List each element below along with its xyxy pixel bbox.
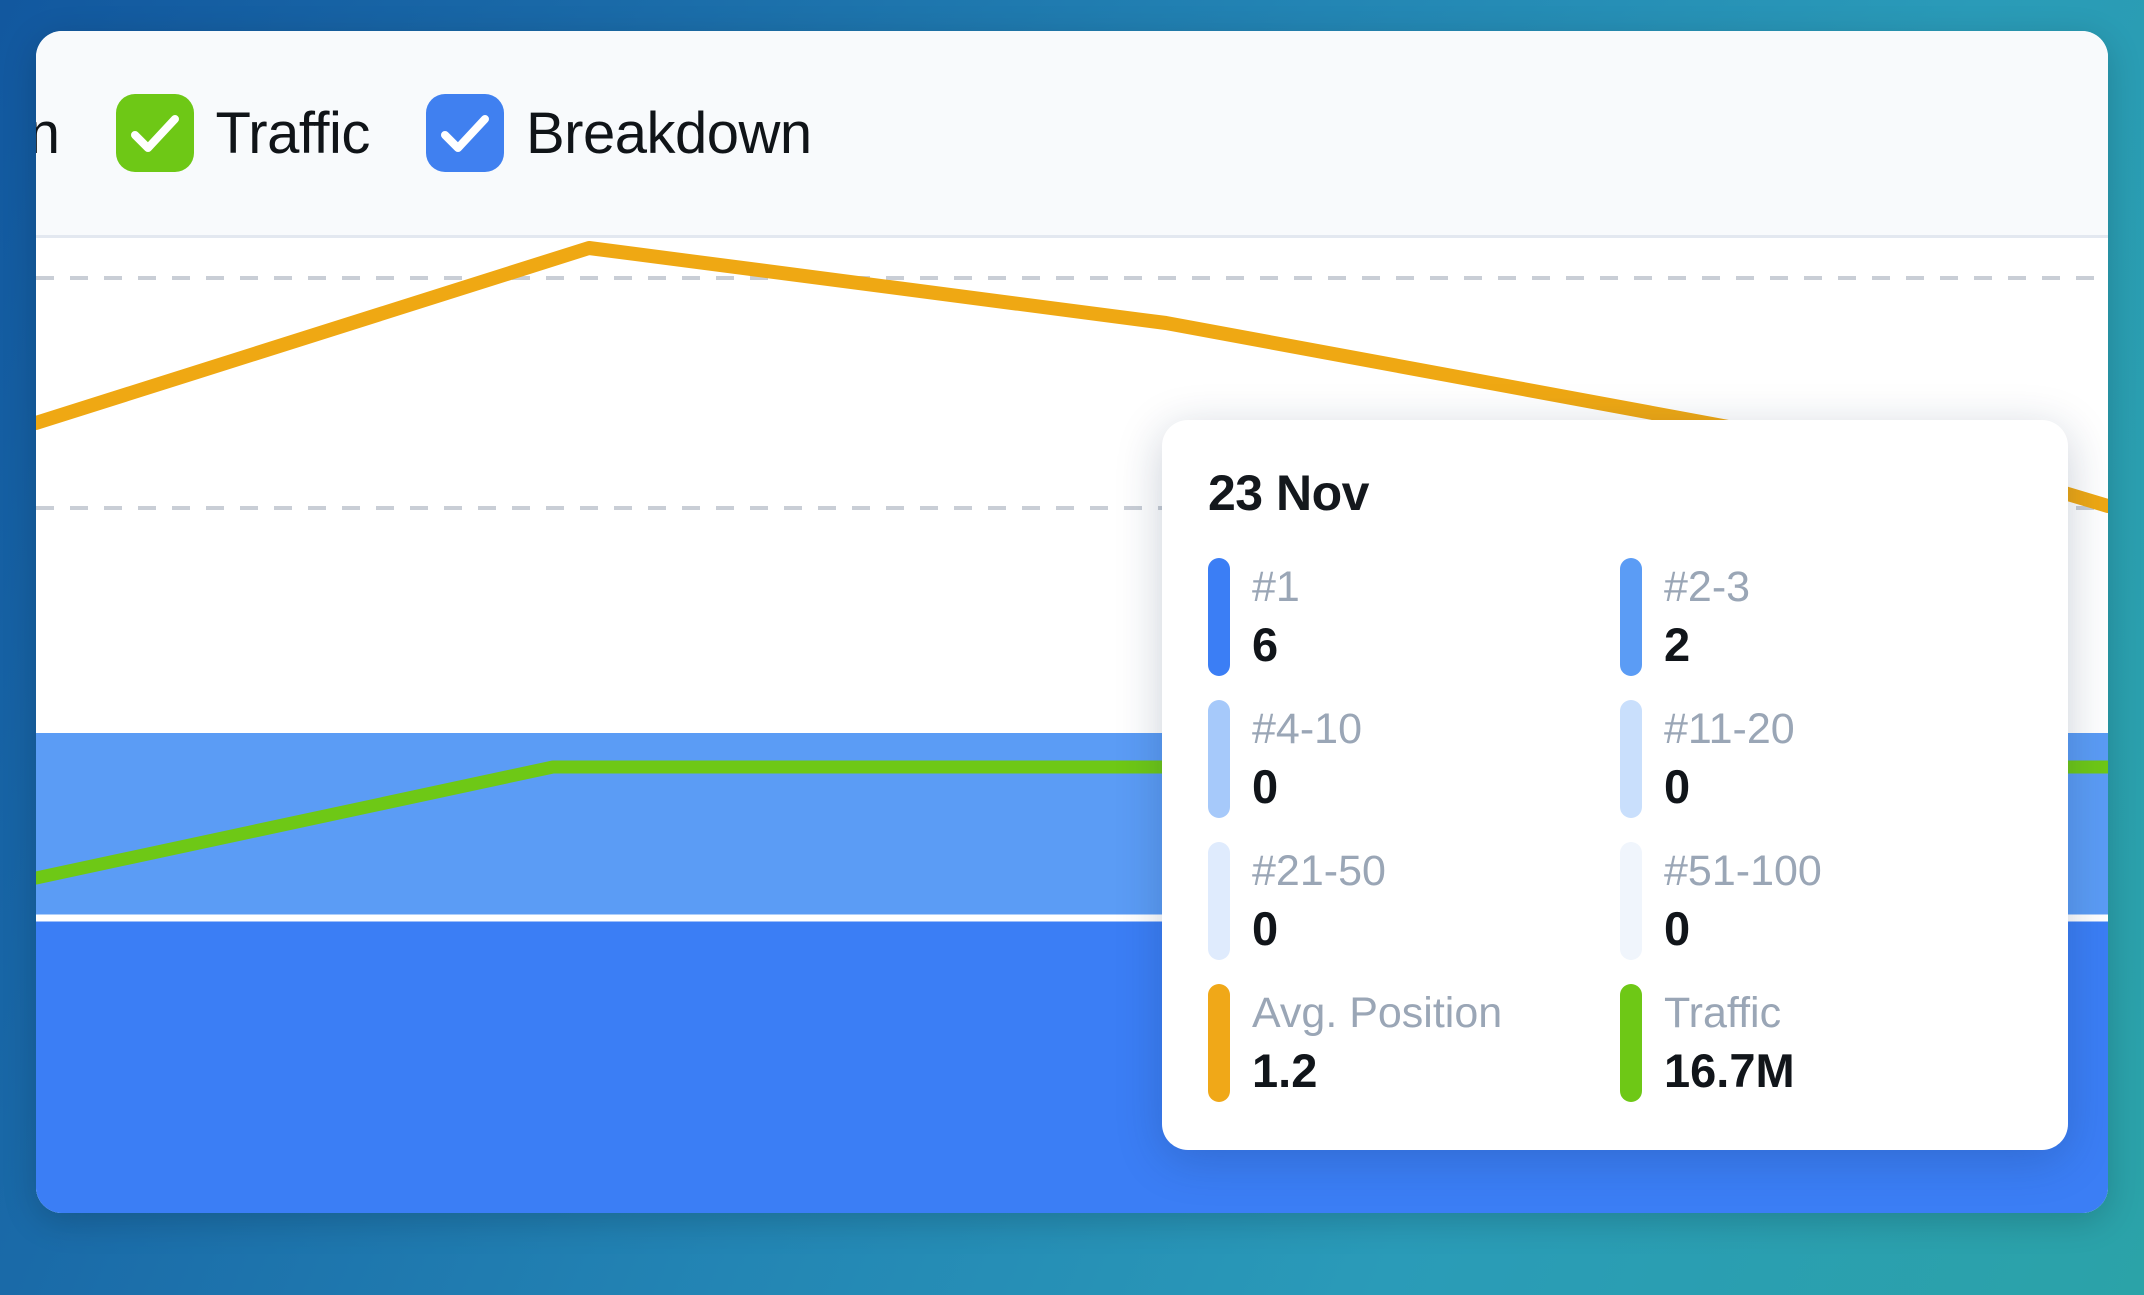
chart-card: on Traffic Breakdown [36,31,2108,1213]
tooltip-metric-value: 1.2 [1252,1043,1318,1097]
tooltip-metric-value: 16.7M [1664,1043,1795,1097]
tooltip-metric-rank-21-50: #21-50 0 [1208,842,1610,960]
tooltip-metric-name: #11-20 [1664,704,1795,753]
check-icon [440,115,489,152]
tooltip-metric-name: #4-10 [1252,704,1362,753]
legend-toggle-position-label: on [36,100,60,166]
tooltip-metric-value: 0 [1252,759,1279,813]
tooltip-metric-rank-4-10: #4-10 0 [1208,700,1610,818]
swatch-rank-2-3 [1620,558,1642,676]
tooltip-metric-name: #51-100 [1664,846,1822,895]
tooltip-metric-name: Avg. Position [1252,988,1503,1037]
tooltip-metric-rank-1: #1 6 [1208,558,1610,676]
tooltip-metric-value: 6 [1252,617,1279,671]
tooltip-metric-value: 0 [1664,759,1691,813]
swatch-rank-1 [1208,558,1230,676]
chart-legend-toolbar: on Traffic Breakdown [36,31,2108,238]
tooltip-metric-rank-2-3: #2-3 2 [1620,558,2022,676]
swatch-rank-51-100 [1620,842,1642,960]
chart-tooltip: 23 Nov #1 6 #2-3 2 #4-10 0 #11-20 0 #21-… [1162,420,2068,1150]
tooltip-metric-name: #2-3 [1664,562,1751,611]
swatch-rank-11-20 [1620,700,1642,818]
swatch-avg-position [1208,984,1230,1102]
legend-toggle-breakdown-label: Breakdown [525,100,812,166]
swatch-traffic [1620,984,1642,1102]
tooltip-metric-rank-51-100: #51-100 0 [1620,842,2022,960]
tooltip-metrics-grid: #1 6 #2-3 2 #4-10 0 #11-20 0 #21-50 0 #5… [1208,558,2022,1102]
tooltip-metric-value: 2 [1664,617,1691,671]
legend-toggle-traffic-label: Traffic [215,100,371,166]
tooltip-metric-name: #1 [1252,562,1300,611]
tooltip-metric-name: #21-50 [1252,846,1386,895]
breakdown-checkbox[interactable] [425,94,504,172]
tooltip-metric-value: 0 [1664,901,1691,955]
tooltip-date: 23 Nov [1208,465,1369,521]
legend-toggle-breakdown[interactable]: Breakdown [425,94,812,172]
swatch-rank-4-10 [1208,700,1230,818]
tooltip-metric-rank-11-20: #11-20 0 [1620,700,2022,818]
legend-toggle-traffic[interactable]: Traffic [115,94,371,172]
traffic-checkbox[interactable] [115,94,194,172]
tooltip-metric-name: Traffic [1664,988,1782,1037]
tooltip-metric-avg-position: Avg. Position 1.2 [1208,984,1610,1102]
tooltip-metric-traffic: Traffic 16.7M [1620,984,2022,1102]
tooltip-metric-value: 0 [1252,901,1279,955]
check-icon [130,115,179,152]
legend-toggle-position[interactable]: on [36,100,60,167]
swatch-rank-21-50 [1208,842,1230,960]
